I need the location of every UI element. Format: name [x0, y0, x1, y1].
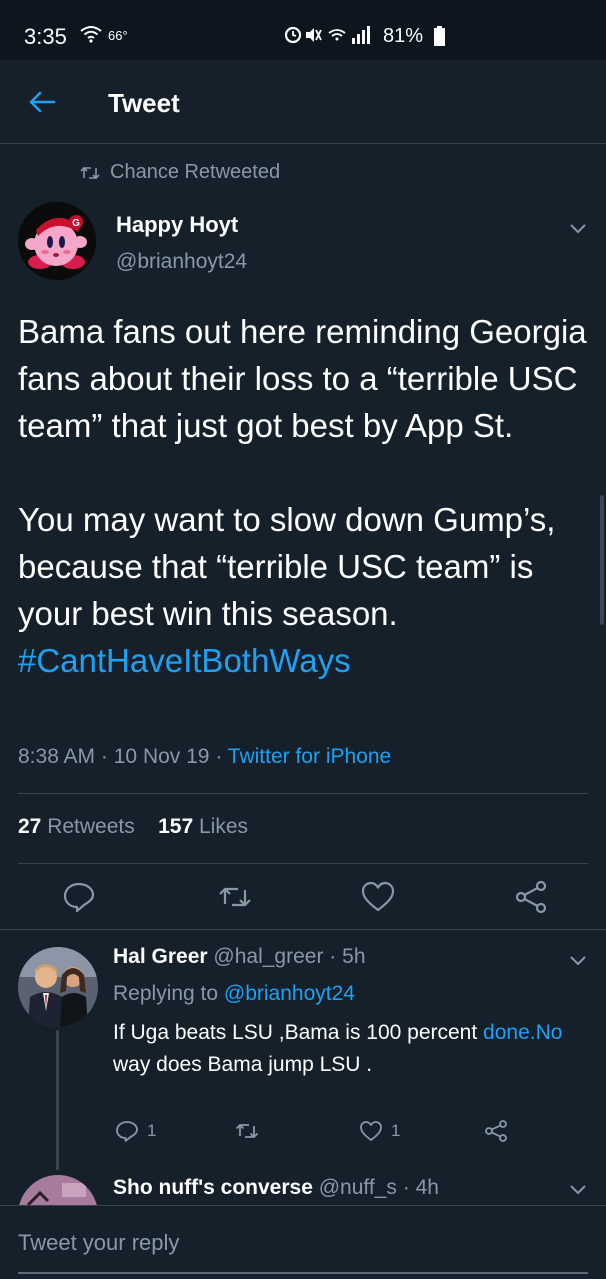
scrollbar-thumb[interactable] [600, 495, 604, 625]
reply-icon [116, 1121, 138, 1142]
reply-author-name[interactable]: Hal Greer [113, 945, 208, 968]
tweet-stats: 27 Retweets 157 Likes [18, 815, 248, 839]
thread-connector-line [56, 1030, 59, 1170]
next-reply-avatar-image [18, 1175, 98, 1205]
reply-retweet-button[interactable] [235, 1118, 259, 1144]
status-bar: 3:35 66° 81% [0, 0, 606, 60]
tweet-meta: 8:38 AM · 10 Nov 19 · Twitter for iPhone [18, 745, 391, 769]
share-icon[interactable] [514, 880, 548, 914]
next-reply-author-name[interactable]: Sho nuff's converse [113, 1176, 313, 1199]
reply-compose-input[interactable] [18, 1230, 578, 1256]
retweets-stat[interactable]: 27 Retweets [18, 815, 135, 838]
reply-reply-button[interactable]: 1 [115, 1118, 156, 1144]
next-reply-header: Sho nuff's converse @nuff_s · 4h [113, 1176, 439, 1200]
status-icons [284, 26, 370, 44]
reply-reply-count: 1 [147, 1121, 157, 1140]
next-reply-author-handle[interactable]: @nuff_s [319, 1176, 397, 1199]
author-avatar[interactable]: G [18, 202, 96, 280]
back-arrow-icon[interactable] [28, 90, 56, 114]
battery-percent: 81% [383, 25, 424, 47]
svg-text:G: G [72, 218, 80, 229]
reply-separator: · [329, 945, 337, 968]
divider [18, 863, 588, 864]
tweet-body: Bama fans out here reminding Georgia fan… [18, 313, 587, 632]
battery-icon [434, 26, 445, 46]
reply-compose-bar [0, 1205, 606, 1279]
couple-photo-avatar [18, 947, 98, 1027]
top-app-bar: Tweet [0, 60, 606, 144]
reply-share-button[interactable] [484, 1118, 508, 1144]
reply-text: If Uga beats LSU ,Bama is 100 percent do… [113, 1017, 573, 1081]
retweets-count: 27 [18, 815, 42, 838]
next-reply-separator: · [402, 1176, 410, 1199]
tweet-source-link[interactable]: Twitter for iPhone [228, 745, 391, 768]
compose-underline [18, 1272, 588, 1274]
divider [18, 793, 588, 794]
share-icon [485, 1120, 507, 1142]
wifi-icon [80, 26, 102, 43]
reply-like-count: 1 [391, 1121, 401, 1140]
reply-like-button[interactable]: 1 [359, 1118, 400, 1144]
next-reply[interactable]: Sho nuff's converse @nuff_s · 4h [0, 1165, 606, 1205]
meta-separator: · [100, 745, 108, 768]
like-heart-icon[interactable] [361, 880, 395, 914]
reply-body-start: If Uga beats LSU ,Bama is 100 percent [113, 1021, 484, 1044]
page-title: Tweet [108, 88, 180, 118]
tweet-time: 8:38 AM [18, 745, 96, 768]
wifi-calling-icon [328, 29, 346, 41]
kirby-avatar-image: G [18, 202, 96, 280]
retweet-icon [80, 166, 100, 179]
mute-icon [306, 28, 322, 42]
tweet-text: Bama fans out here reminding Georgia fan… [18, 308, 593, 684]
reply-age: 5h [342, 945, 366, 968]
replying-to-label: Replying to [113, 982, 219, 1005]
retweets-label: Retweets [47, 815, 135, 838]
like-heart-icon [360, 1121, 382, 1141]
next-reply-age: 4h [415, 1176, 439, 1199]
author-name[interactable]: Happy Hoyt [116, 212, 238, 238]
hashtag-link[interactable]: #CantHaveItBothWays [18, 642, 351, 679]
likes-stat[interactable]: 157 Likes [158, 815, 248, 838]
chevron-down-icon[interactable] [570, 956, 586, 966]
reply-icon[interactable] [62, 880, 96, 914]
reply-link[interactable]: done.No [483, 1021, 562, 1044]
retweet-context[interactable]: Chance Retweeted [80, 161, 280, 184]
retweet-icon [235, 1124, 259, 1138]
likes-count: 157 [158, 815, 194, 838]
alarm-icon [284, 26, 302, 44]
next-reply-avatar[interactable] [18, 1175, 98, 1205]
reply-author-handle[interactable]: @hal_greer [213, 945, 323, 968]
replying-to-handle[interactable]: @brianhoyt24 [224, 982, 355, 1005]
retweet-context-label: Chance Retweeted [110, 161, 281, 183]
meta-separator: · [215, 745, 223, 768]
reply-header: Hal Greer @hal_greer · 5h [113, 945, 366, 969]
status-time: 3:35 [24, 24, 67, 49]
tweet-date: 10 Nov 19 [113, 745, 210, 768]
likes-label: Likes [198, 815, 249, 838]
reply-body-end: way does Bama jump LSU . [113, 1053, 373, 1076]
signal-icon [352, 26, 370, 44]
author-handle[interactable]: @brianhoyt24 [116, 250, 247, 274]
replying-to: Replying to @brianhoyt24 [113, 982, 355, 1006]
retweet-button-icon[interactable] [218, 880, 252, 914]
status-temperature: 66° [108, 28, 128, 43]
reply-author-avatar[interactable] [18, 947, 98, 1027]
chevron-down-icon[interactable] [570, 1185, 586, 1195]
divider [0, 929, 606, 930]
chevron-down-icon[interactable] [570, 224, 586, 234]
